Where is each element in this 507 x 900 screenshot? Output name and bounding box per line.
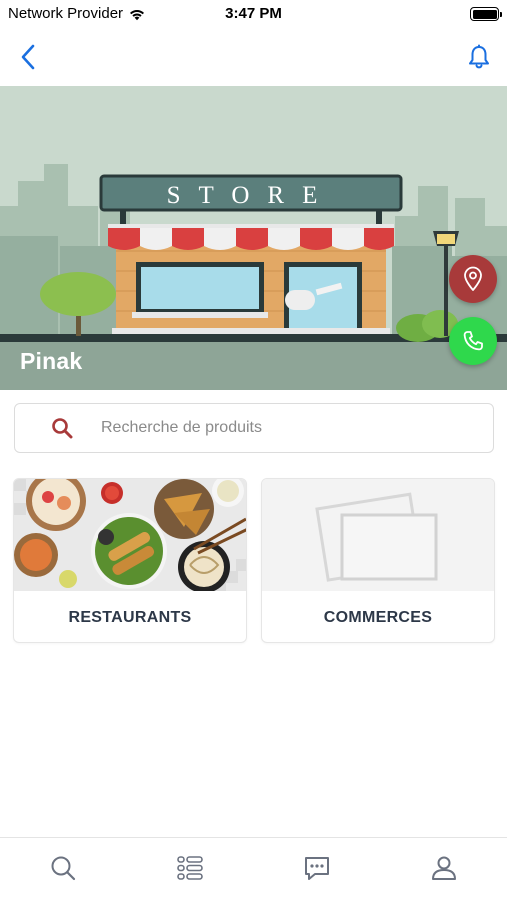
search-input[interactable]	[101, 419, 461, 437]
nav-bar	[0, 28, 507, 86]
search-icon	[51, 856, 76, 881]
map-pin-icon	[464, 266, 482, 291]
category-label-restaurants: RESTAURANTS	[68, 608, 192, 626]
list-icon	[177, 856, 203, 880]
category-label-commerces: COMMERCES	[323, 608, 433, 626]
store-sign-text: STORE	[167, 182, 336, 209]
bell-icon	[469, 44, 489, 69]
chat-icon	[304, 857, 329, 880]
phone-icon	[463, 331, 483, 351]
store-name: Pinak	[20, 348, 83, 374]
battery-icon	[470, 7, 502, 21]
category-card-commerces[interactable]: COMMERCES	[261, 478, 495, 643]
status-bar: Network Provider 3:47 PM	[0, 0, 507, 28]
chevron-left-icon	[21, 44, 35, 70]
back-button[interactable]	[14, 42, 42, 72]
search-bar[interactable]	[14, 403, 494, 453]
food-platter-image	[14, 479, 246, 591]
tab-profile[interactable]	[380, 838, 507, 900]
store-banner: STORE Pinak	[0, 86, 507, 390]
image-placeholder-icon	[262, 479, 494, 591]
tab-search[interactable]	[0, 838, 127, 900]
storefront-illustration: STORE	[0, 86, 507, 390]
notifications-button[interactable]	[465, 42, 493, 72]
tab-bar	[0, 837, 507, 900]
search-icon	[37, 417, 87, 439]
category-card-restaurants[interactable]: RESTAURANTS	[13, 478, 247, 643]
user-icon	[431, 856, 456, 880]
call-button[interactable]	[449, 317, 497, 365]
tab-list[interactable]	[127, 838, 254, 900]
location-button[interactable]	[449, 255, 497, 303]
status-time: 3:47 PM	[225, 5, 282, 22]
tab-messages[interactable]	[254, 838, 381, 900]
